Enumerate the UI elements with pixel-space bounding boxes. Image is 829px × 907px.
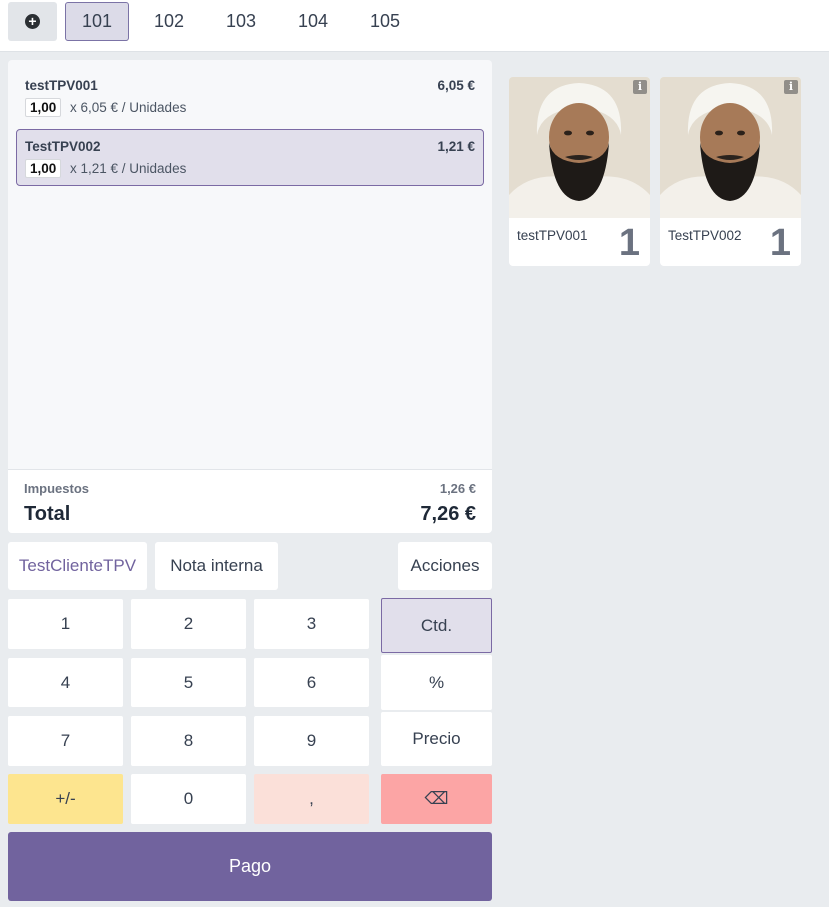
- order-line-selected[interactable]: TestTPV002 1,21 € 1,00 x 1,21 € / Unidad…: [16, 129, 484, 186]
- discount-mode-button[interactable]: %: [381, 655, 492, 710]
- product-name: testTPV001: [517, 228, 588, 243]
- backspace-icon: ⌫: [424, 789, 449, 808]
- info-icon[interactable]: i: [784, 80, 798, 94]
- product-card[interactable]: i TestTPV002 1: [660, 77, 801, 266]
- tax-label: Impuestos: [24, 481, 90, 496]
- numpad-key-3[interactable]: 3: [254, 599, 369, 649]
- numpad-key-1[interactable]: 1: [8, 599, 123, 649]
- payment-button[interactable]: Pago: [8, 832, 492, 901]
- backspace-button[interactable]: ⌫: [381, 774, 492, 824]
- numpad-key-6[interactable]: 6: [254, 658, 369, 707]
- product-image: i: [509, 77, 650, 218]
- numpad-key-8[interactable]: 8: [131, 716, 246, 766]
- line-product-name: TestTPV002: [25, 139, 101, 154]
- line-price: 6,05 €: [437, 78, 475, 93]
- order-summary: Impuestos 1,26 € Total 7,26 €: [8, 469, 492, 533]
- order-tabs-bar: + 101 102 103 104 105: [0, 0, 829, 52]
- new-order-button[interactable]: +: [8, 2, 57, 41]
- order-line[interactable]: testTPV001 6,05 € 1,00 x 6,05 € / Unidad…: [16, 68, 484, 125]
- product-image: i: [660, 77, 801, 218]
- info-icon[interactable]: i: [633, 80, 647, 94]
- numpad-key-7[interactable]: 7: [8, 716, 123, 766]
- numpad-key-5[interactable]: 5: [131, 658, 246, 707]
- numpad-key-9[interactable]: 9: [254, 716, 369, 766]
- product-quantity-badge: 1: [769, 222, 791, 264]
- customer-button[interactable]: TestClienteTPV: [8, 542, 147, 590]
- numpad-key-0[interactable]: 0: [131, 774, 246, 824]
- total-label: Total: [24, 503, 71, 525]
- numpad-key-4[interactable]: 4: [8, 658, 123, 707]
- decimal-separator-button[interactable]: ,: [254, 774, 369, 824]
- quantity-mode-button[interactable]: Ctd.: [381, 598, 492, 653]
- order-tab-102[interactable]: 102: [137, 2, 201, 41]
- numpad-key-2[interactable]: 2: [131, 599, 246, 649]
- internal-note-button[interactable]: Nota interna: [155, 542, 278, 590]
- actions-button[interactable]: Acciones: [398, 542, 492, 590]
- order-tab-105[interactable]: 105: [353, 2, 417, 41]
- order-tab-104[interactable]: 104: [281, 2, 345, 41]
- product-name: TestTPV002: [668, 228, 742, 243]
- total-value: 7,26 €: [420, 503, 476, 525]
- line-product-name: testTPV001: [25, 78, 98, 93]
- line-quantity: 1,00: [25, 98, 62, 117]
- plus-circle-icon: +: [25, 14, 40, 29]
- tax-value: 1,26 €: [439, 481, 476, 496]
- product-card[interactable]: i testTPV001 1: [509, 77, 650, 266]
- order-tab-101[interactable]: 101: [65, 2, 129, 41]
- line-quantity: 1,00: [25, 159, 62, 178]
- order-panel: testTPV001 6,05 € 1,00 x 6,05 € / Unidad…: [8, 60, 492, 533]
- line-unit-price: x 1,21 € / Unidades: [70, 161, 187, 176]
- product-quantity-badge: 1: [618, 222, 640, 264]
- price-mode-button[interactable]: Precio: [381, 712, 492, 766]
- line-unit-price: x 6,05 € / Unidades: [70, 100, 187, 115]
- order-tab-103[interactable]: 103: [209, 2, 273, 41]
- plus-minus-button[interactable]: +/-: [8, 774, 123, 824]
- line-price: 1,21 €: [437, 139, 475, 154]
